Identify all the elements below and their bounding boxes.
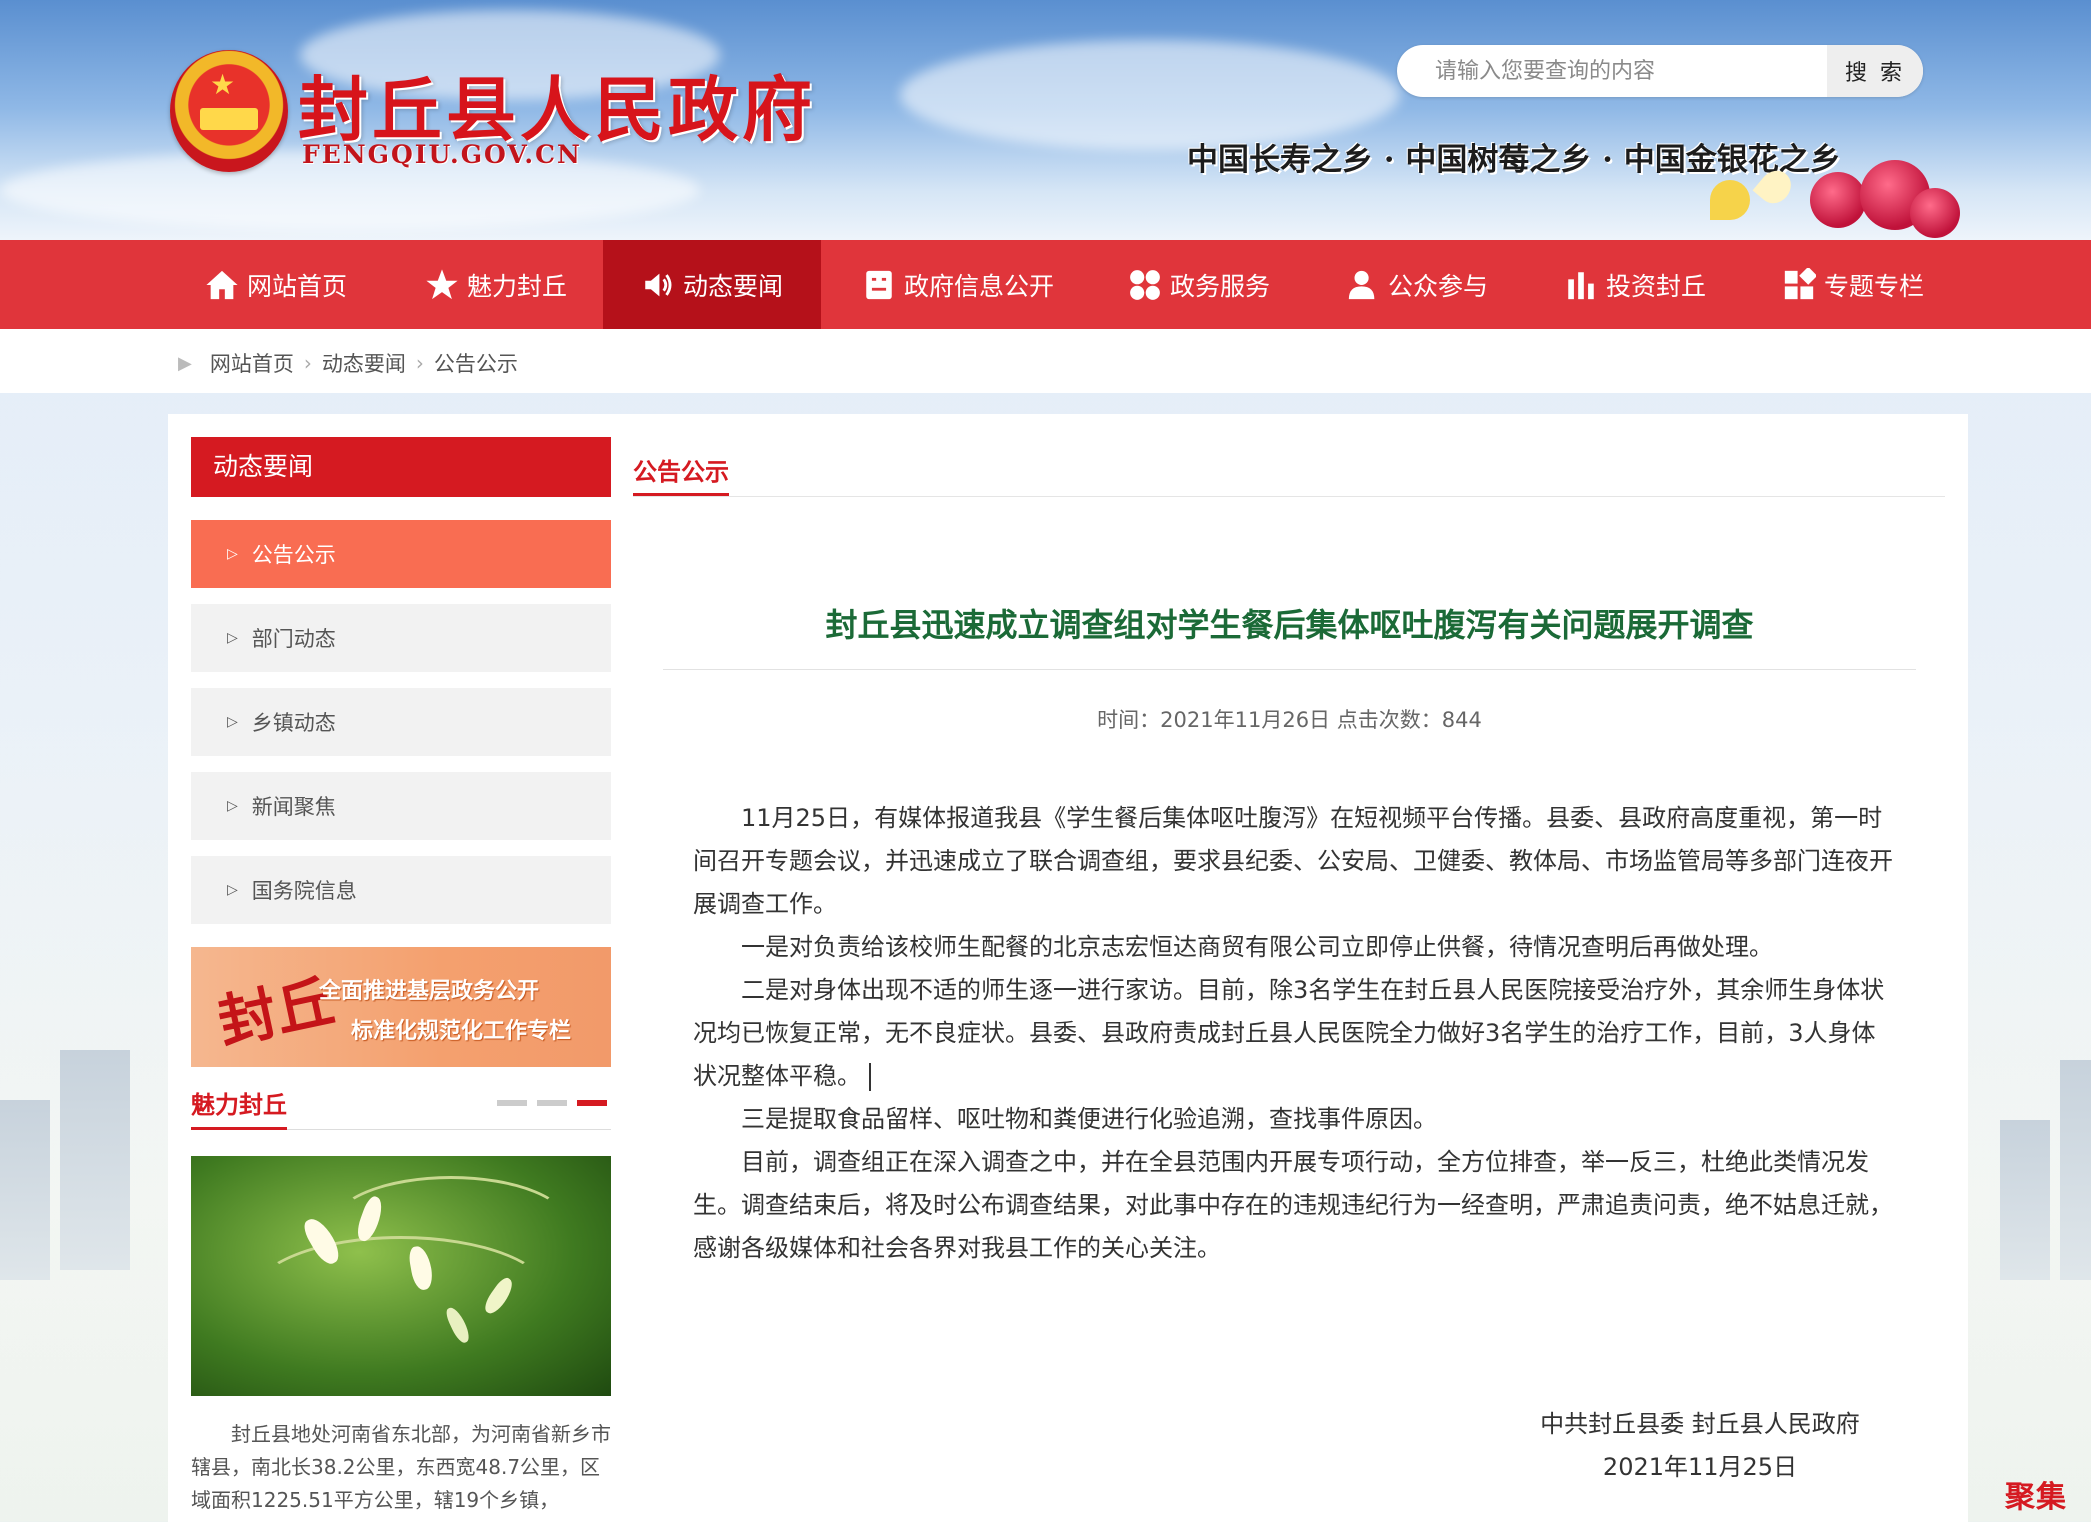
- sidebar-item-label: 部门动态: [251, 627, 336, 651]
- article-title: 封丘县迅速成立调查组对学生餐后集体呕吐腹泻有关问题展开调查: [825, 606, 1754, 644]
- nav-item-news[interactable]: 动态要闻: [603, 240, 821, 329]
- honeysuckle-photo[interactable]: [191, 1156, 611, 1396]
- nav-label: 政务服务: [1170, 271, 1271, 301]
- article-paragraph-text: 二是对身体出现不适的师生逐一进行家访。目前，除3名学生在封丘县人民医院接受治疗外…: [693, 976, 1885, 1090]
- section-tab-title[interactable]: 公告公示: [633, 452, 729, 487]
- breadcrumb-current[interactable]: 公告公示: [434, 348, 518, 378]
- signature-date: 2021年11月25日: [1602, 1453, 1798, 1481]
- banner-line2: 标准化规范化工作专栏: [351, 1019, 572, 1044]
- nav-label: 政府信息公开: [904, 271, 1055, 301]
- nav-label: 网站首页: [247, 271, 348, 301]
- carousel-dot[interactable]: [497, 1100, 527, 1106]
- grid-icon: [1128, 268, 1162, 302]
- breadcrumb-separator-icon: ›: [415, 351, 424, 375]
- text-cursor: [869, 1063, 871, 1091]
- document-icon: [862, 268, 896, 302]
- banner-line1: 全面推进基层政务公开: [319, 979, 540, 1004]
- triangle-right-icon: ▷: [227, 798, 238, 814]
- site-domain: FENGQIU.GOV.CN: [302, 140, 582, 169]
- divider: [633, 496, 1945, 497]
- triangle-right-icon: ▷: [227, 546, 238, 562]
- search-button[interactable]: 搜 索: [1827, 45, 1923, 97]
- nav-label: 魅力封丘: [467, 271, 568, 301]
- breadcrumb-news[interactable]: 动态要闻: [322, 348, 406, 378]
- user-icon: [1346, 268, 1380, 302]
- sidebar-item-label: 乡镇动态: [251, 711, 336, 735]
- title-underline: [633, 493, 729, 496]
- nav-item-topics[interactable]: 专题专栏: [1782, 240, 1924, 329]
- nav-item-participation[interactable]: 公众参与: [1346, 240, 1488, 329]
- article-body: 11月25日，有媒体报道我县《学生餐后集体呕吐腹泻》在短视频平台传播。县委、县政…: [693, 797, 1893, 1270]
- sidebar-item-label: 国务院信息: [251, 879, 357, 903]
- triangle-right-icon: ▷: [227, 882, 238, 898]
- skyline-decor: [2060, 1060, 2091, 1280]
- search-input[interactable]: [1397, 45, 1827, 97]
- article-paragraph: 二是对身体出现不适的师生逐一进行家访。目前，除3名学生在封丘县人民医院接受治疗外…: [693, 969, 1893, 1098]
- breadcrumb-arrow-icon: ▶: [178, 352, 192, 374]
- sidebar-heading: 动态要闻: [191, 437, 611, 497]
- article-paragraph: 三是提取食品留样、呕吐物和粪便进行化验追溯，查找事件原因。: [741, 1105, 1437, 1133]
- banner-big-text: 封丘: [212, 966, 340, 1058]
- breadcrumb: ▶ 网站首页 › 动态要闻 › 公告公示: [178, 348, 518, 378]
- sidebar-item-department[interactable]: ▷ 部门动态: [191, 604, 611, 672]
- triangle-right-icon: ▷: [227, 714, 238, 730]
- triangle-right-icon: ▷: [227, 630, 238, 646]
- signature-org: 中共封丘县委 封丘县人民政府: [1540, 1410, 1860, 1438]
- bar-chart-icon: [1564, 268, 1598, 302]
- carousel-dot-active[interactable]: [577, 1100, 607, 1106]
- nav-item-charm[interactable]: 魅力封丘: [425, 240, 567, 329]
- sidebar-item-announcements[interactable]: ▷ 公告公示: [191, 520, 611, 588]
- watermark: 聚集号: [2005, 1480, 2067, 1515]
- charm-intro-text: 封丘县地处河南省东北部，为河南省新乡市辖县，南北长38.2公里，东西宽48.7公…: [191, 1422, 611, 1512]
- header-banner: ★ 封丘县人民政府 FENGQIU.GOV.CN 搜 索 中国长寿之乡 · 中国…: [0, 0, 2091, 240]
- star-icon: [425, 268, 459, 302]
- raspberry-honeysuckle-decor: [1700, 160, 1960, 240]
- article-paragraph: 目前，调查组正在深入调查之中，并在全县范围内开展专项行动，全方位排查，举一反三，…: [693, 1148, 1893, 1262]
- sidebar-item-state-council[interactable]: ▷ 国务院信息: [191, 856, 611, 924]
- main-nav: 网站首页 魅力封丘 动态要闻 政府信息公开 政务服务 公众参与 投资封丘 专题专…: [0, 240, 2091, 329]
- carousel-dot[interactable]: [537, 1100, 567, 1106]
- skyline-decor: [2000, 1120, 2050, 1280]
- home-icon: [205, 268, 239, 302]
- nav-label: 公众参与: [1388, 271, 1489, 301]
- nav-item-gov-info[interactable]: 政府信息公开: [862, 240, 1054, 329]
- nav-label: 专题专栏: [1824, 271, 1925, 301]
- search-box: 搜 索: [1397, 45, 1923, 97]
- title-underline: [191, 1127, 287, 1130]
- national-emblem-logo[interactable]: ★: [170, 50, 288, 172]
- sidebar-item-label: 新闻聚焦: [251, 795, 336, 819]
- tiles-icon: [1782, 267, 1816, 302]
- nav-label: 动态要闻: [683, 271, 784, 301]
- sidebar-item-news-focus[interactable]: ▷ 新闻聚焦: [191, 772, 611, 840]
- nav-item-home[interactable]: 网站首页: [205, 240, 347, 329]
- gov-affairs-banner[interactable]: 封丘 全面推进基层政务公开 标准化规范化工作专栏: [191, 947, 611, 1067]
- divider: [663, 669, 1916, 670]
- skyline-decor: [0, 1100, 50, 1280]
- nav-item-invest[interactable]: 投资封丘: [1564, 240, 1706, 329]
- article-paragraph: 11月25日，有媒体报道我县《学生餐后集体呕吐腹泻》在短视频平台传播。县委、县政…: [693, 804, 1893, 918]
- sidebar-item-label: 公告公示: [251, 543, 336, 567]
- charm-section-title[interactable]: 魅力封丘: [191, 1085, 287, 1120]
- skyline-decor: [60, 1050, 130, 1270]
- article-paragraph: 一是对负责给该校师生配餐的北京志宏恒达商贸有限公司立即停止供餐，待情况查明后再做…: [741, 933, 1773, 961]
- breadcrumb-home[interactable]: 网站首页: [210, 348, 294, 378]
- speaker-icon: [641, 268, 675, 302]
- breadcrumb-separator-icon: ›: [303, 351, 312, 375]
- article-meta: 时间：2021年11月26日 点击次数：844: [1097, 708, 1482, 732]
- nav-label: 投资封丘: [1606, 271, 1707, 301]
- nav-item-services[interactable]: 政务服务: [1128, 240, 1270, 329]
- sidebar-item-township[interactable]: ▷ 乡镇动态: [191, 688, 611, 756]
